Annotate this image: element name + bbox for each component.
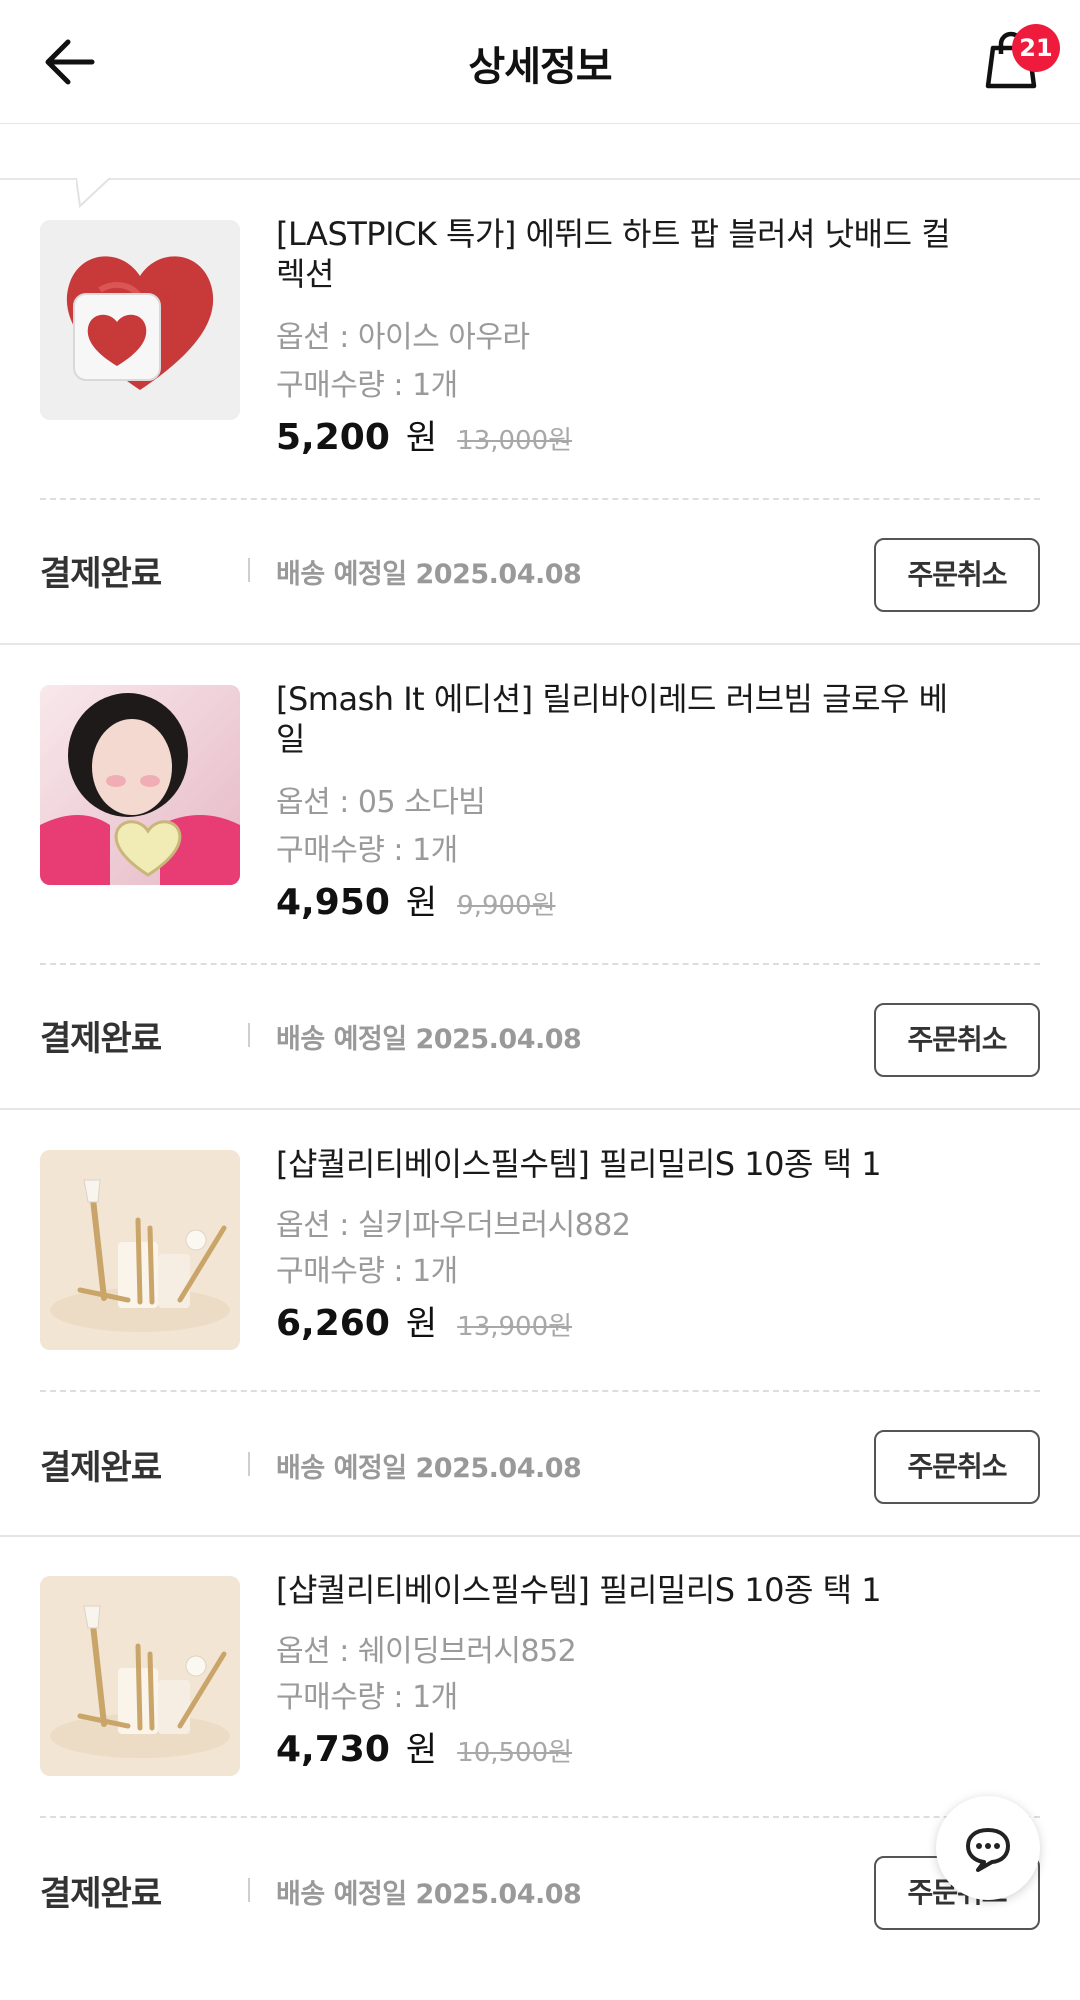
chat-button[interactable] [936, 1796, 1040, 1900]
delivery-date: 배송 예정일 2025.04.08 [276, 559, 582, 590]
page-title: 상세정보 [468, 44, 612, 90]
order-item: [Smash It 에디션] 릴리바이레드 러브빔 글로우 베일 옵션 : 05… [0, 645, 1080, 1110]
order-summary-band [0, 124, 1080, 180]
divider-bar [248, 1878, 250, 1902]
price-unit: 원 [405, 418, 438, 458]
price-unit: 원 [405, 883, 438, 923]
app-header: 상세정보 21 [0, 0, 1080, 124]
product-image[interactable] [40, 685, 240, 885]
makeup-brushes-image [40, 1576, 240, 1776]
order-item: [LASTPICK 특가] 에뛰드 하트 팝 블러셔 낫배드 컬렉션 옵션 : … [0, 180, 1080, 645]
sale-price: 5,200 [276, 417, 390, 458]
price-row: 5,200 원 13,000원 [276, 410, 572, 459]
product-quantity: 구매수량 : 1개 [276, 368, 458, 403]
divider-bar [248, 558, 250, 582]
sale-price: 4,730 [276, 1729, 390, 1770]
cancel-order-button[interactable]: 주문취소 [874, 538, 1040, 612]
divider-bar [248, 1452, 250, 1476]
sale-price: 4,950 [276, 882, 390, 923]
original-price: 13,900원 [457, 1312, 573, 1342]
order-status: 결제완료 [40, 554, 162, 594]
dashed-divider [40, 498, 1040, 500]
price-row: 6,260 원 13,900원 [276, 1296, 572, 1345]
product-option: 옵션 : 쉐이딩브러시852 [276, 1634, 577, 1669]
product-quantity: 구매수량 : 1개 [276, 1254, 458, 1289]
divider-bar [248, 1023, 250, 1047]
order-status: 결제완료 [40, 1874, 162, 1914]
product-image[interactable] [40, 220, 240, 420]
makeup-brushes-image [40, 1150, 240, 1350]
delivery-date: 배송 예정일 2025.04.08 [276, 1024, 582, 1055]
product-name[interactable]: [Smash It 에디션] 릴리바이레드 러브빔 글로우 베일 [276, 679, 966, 759]
price-row: 4,950 원 9,900원 [276, 875, 556, 924]
price-unit: 원 [405, 1304, 438, 1344]
product-image[interactable] [40, 1576, 240, 1776]
delivery-date: 배송 예정일 2025.04.08 [276, 1879, 582, 1910]
cancel-order-button[interactable]: 주문취소 [874, 1003, 1040, 1077]
original-price: 9,900원 [457, 891, 556, 921]
original-price: 13,000원 [457, 426, 573, 456]
order-status: 결제완료 [40, 1448, 162, 1488]
product-quantity: 구매수량 : 1개 [276, 1680, 458, 1715]
product-quantity: 구매수량 : 1개 [276, 833, 458, 868]
model-image [40, 685, 240, 885]
product-option: 옵션 : 실키파우더브러시882 [276, 1208, 631, 1243]
dashed-divider [40, 963, 1040, 965]
dashed-divider [40, 1816, 1040, 1818]
price-unit: 원 [405, 1730, 438, 1770]
price-row: 4,730 원 10,500원 [276, 1722, 572, 1771]
original-price: 10,500원 [457, 1738, 573, 1768]
sale-price: 6,260 [276, 1303, 390, 1344]
product-image[interactable] [40, 1150, 240, 1350]
cancel-order-button[interactable]: 주문취소 [874, 1430, 1040, 1504]
order-item: [샵퀄리티베이스필수템] 필리밀리S 10종 택 1 옵션 : 쉐이딩브러시85… [0, 1536, 1080, 2000]
cart-count-badge: 21 [1012, 24, 1060, 72]
product-name[interactable]: [샵퀄리티베이스필수템] 필리밀리S 10종 택 1 [276, 1570, 966, 1610]
dashed-divider [40, 1390, 1040, 1392]
product-name[interactable]: [LASTPICK 특가] 에뛰드 하트 팝 블러셔 낫배드 컬렉션 [276, 214, 966, 294]
heart-blusher-image [40, 220, 240, 420]
order-status: 결제완료 [40, 1019, 162, 1059]
delivery-date: 배송 예정일 2025.04.08 [276, 1453, 582, 1484]
product-option: 옵션 : 아이스 아우라 [276, 320, 530, 355]
order-item: [샵퀄리티베이스필수템] 필리밀리S 10종 택 1 옵션 : 실키파우더브러시… [0, 1110, 1080, 1574]
product-option: 옵션 : 05 소다빔 [276, 785, 486, 820]
product-name[interactable]: [샵퀄리티베이스필수템] 필리밀리S 10종 택 1 [276, 1144, 966, 1184]
chat-bubble-icon [966, 1828, 1010, 1872]
